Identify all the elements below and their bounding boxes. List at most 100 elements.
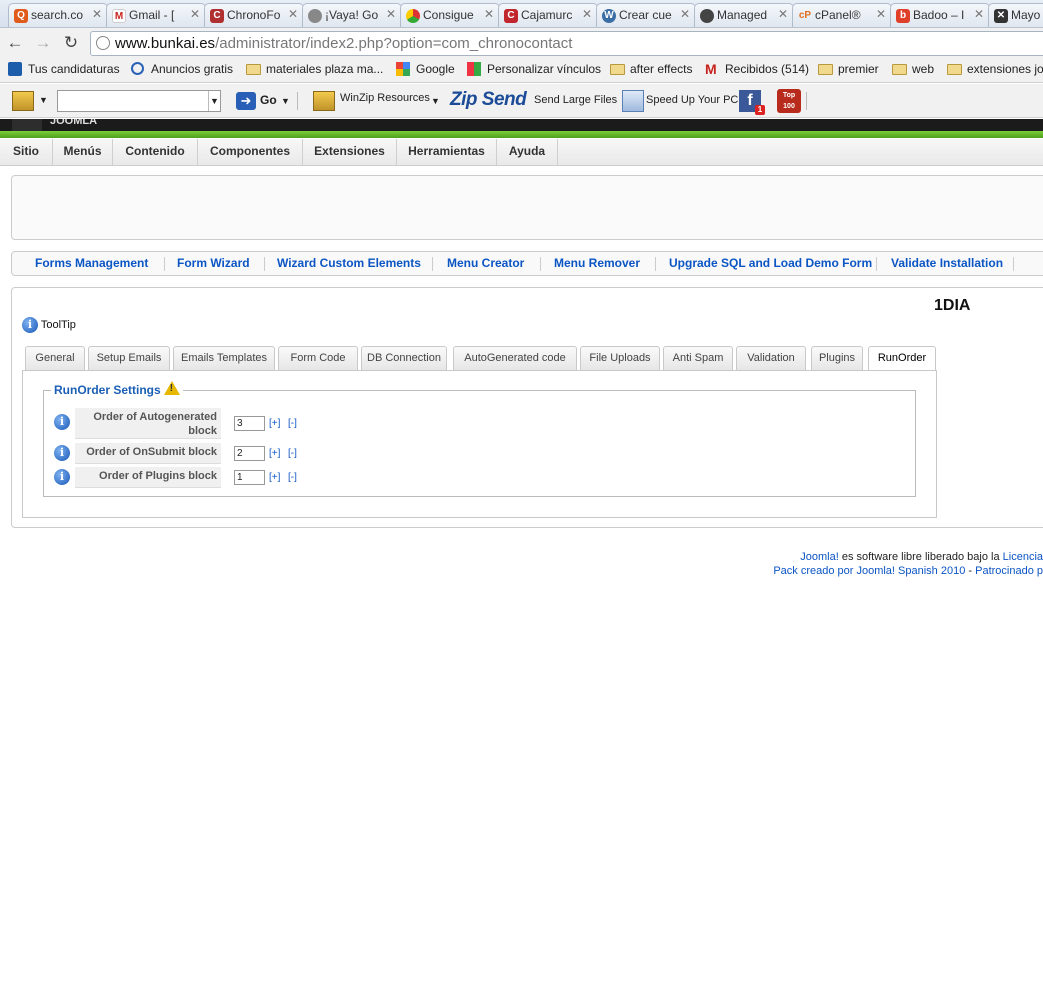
menu-menus[interactable]: Menús <box>53 139 113 165</box>
address-bar[interactable]: www.bunkai.es/administrator/index2.php?o… <box>90 31 1043 56</box>
chevron-down-icon[interactable]: ▼ <box>39 95 48 105</box>
browser-tab-managed[interactable]: Managed ✕ <box>694 3 794 27</box>
page-footer: Joomla! es software libre liberado bajo … <box>773 550 1043 578</box>
close-icon[interactable]: ✕ <box>582 7 592 21</box>
decrement-button[interactable]: [-] <box>288 472 297 483</box>
browser-tab-gmail[interactable]: M Gmail - [✕ <box>106 3 206 27</box>
tab-emails-templates[interactable]: Emails Templates <box>173 346 275 371</box>
tab-form-code[interactable]: Form Code <box>278 346 358 371</box>
browser-tab-cpanel[interactable]: cP cPanel® ✕ <box>792 3 892 27</box>
chevron-down-icon[interactable]: ▼ <box>431 96 440 106</box>
page-info-icon[interactable] <box>96 36 110 50</box>
tab-validation[interactable]: Validation <box>736 346 806 371</box>
info-icon[interactable]: i <box>54 414 70 430</box>
bookmark-recibidos[interactable]: M Recibidos (514) <box>705 62 809 76</box>
submenu-forms-management[interactable]: Forms Management <box>35 256 148 270</box>
menu-extensiones[interactable]: Extensiones <box>303 139 397 165</box>
facebook-icon[interactable]: f1 <box>739 90 765 115</box>
browser-tab-badoo[interactable]: b Badoo – I ✕ <box>890 3 990 27</box>
browser-tab-chronoforms[interactable]: C ChronoFo ✕ <box>204 3 304 27</box>
footer-line-credits: Pack creado por Joomla! Spanish 2010 - P… <box>773 565 1043 577</box>
tab-plugins[interactable]: Plugins <box>811 346 863 371</box>
back-arrow-icon[interactable]: ← <box>5 33 25 53</box>
bookmark-personalizar[interactable]: Personalizar vínculos <box>467 62 601 76</box>
tab-file-uploads[interactable]: File Uploads <box>580 346 660 371</box>
browser-tab-crear-cuenta[interactable]: W Crear cue ✕ <box>596 3 696 27</box>
increment-button[interactable]: [+] <box>269 418 280 429</box>
spanish-pack-link[interactable]: Pack creado por Joomla! Spanish 2010 <box>773 565 965 577</box>
info-icon[interactable]: i <box>22 317 38 333</box>
go-button[interactable]: Go <box>260 93 277 107</box>
bookmark-web[interactable]: web <box>892 62 934 76</box>
footer-line-license: Joomla! es software libre liberado bajo … <box>800 551 1043 563</box>
tab-anti-spam[interactable]: Anti Spam <box>663 346 733 371</box>
close-icon[interactable]: ✕ <box>386 7 396 21</box>
bookmark-premier[interactable]: premier <box>818 62 879 76</box>
menu-ayuda[interactable]: Ayuda <box>497 139 558 165</box>
menu-contenido[interactable]: Contenido <box>113 139 198 165</box>
joomla-link[interactable]: Joomla! <box>800 551 839 563</box>
close-icon[interactable]: ✕ <box>778 7 788 21</box>
decrement-button[interactable]: [-] <box>288 418 297 429</box>
send-large-files-button[interactable]: Send Large Files <box>534 94 617 106</box>
increment-button[interactable]: [+] <box>269 448 280 459</box>
onsubmit-order-input[interactable]: 2 <box>234 446 265 461</box>
menu-herramientas[interactable]: Herramientas <box>397 139 497 165</box>
bookmark-tus-candidaturas[interactable]: Tus candidaturas <box>8 62 120 76</box>
zipsend-logo[interactable]: Zip Send <box>450 89 527 111</box>
winzip-icon[interactable] <box>12 91 34 111</box>
bookmark-google[interactable]: Google <box>396 62 455 76</box>
bookmark-anuncios-gratis[interactable]: Anuncios gratis <box>131 62 233 76</box>
license-link[interactable]: Licencia <box>1003 551 1043 563</box>
submenu-validate-installation[interactable]: Validate Installation <box>891 256 1003 270</box>
close-icon[interactable]: ✕ <box>288 7 298 21</box>
bookmark-materiales[interactable]: materiales plaza ma... <box>246 62 383 76</box>
browser-tab-vaya[interactable]: ¡Vaya! Go ✕ <box>302 3 402 27</box>
reload-icon[interactable]: ↻ <box>61 33 81 53</box>
close-icon[interactable]: ✕ <box>190 7 200 21</box>
infojobs-icon <box>8 62 22 76</box>
browser-tab-consigue[interactable]: Consigue ✕ <box>400 3 500 27</box>
winzip-resources-button[interactable]: WinZip Resources <box>340 92 430 104</box>
submenu-menu-creator[interactable]: Menu Creator <box>447 256 524 270</box>
speed-up-pc-button[interactable]: Speed Up Your PC <box>646 94 738 106</box>
tooltip-toggle[interactable]: i ToolTip <box>22 317 76 333</box>
forward-arrow-icon[interactable]: → <box>33 33 53 53</box>
tab-db-connection[interactable]: DB Connection <box>361 346 447 371</box>
close-icon[interactable]: ✕ <box>680 7 690 21</box>
browser-tab-cajamurcia[interactable]: C Cajamurc ✕ <box>498 3 598 27</box>
chevron-down-icon[interactable]: ▼ <box>208 91 220 111</box>
winzip-resources-icon[interactable] <box>313 91 335 111</box>
submenu-upgrade-sql[interactable]: Upgrade SQL and Load Demo Form <box>669 256 872 270</box>
submenu-menu-remover[interactable]: Menu Remover <box>554 256 640 270</box>
go-arrow-icon[interactable]: ➜ <box>236 92 256 110</box>
toolbar-search-input[interactable]: ▼ <box>57 90 221 112</box>
info-icon[interactable]: i <box>54 469 70 485</box>
tab-setup-emails[interactable]: Setup Emails <box>88 346 170 371</box>
tab-runorder[interactable]: RunOrder <box>868 346 936 371</box>
tab-autogenerated-code[interactable]: AutoGenerated code <box>453 346 577 371</box>
info-icon[interactable]: i <box>54 445 70 461</box>
chevron-down-icon[interactable]: ▼ <box>281 96 290 106</box>
close-icon[interactable]: ✕ <box>974 7 984 21</box>
browser-tab-mayo[interactable]: ✕ Mayo <box>988 3 1043 27</box>
submenu-wizard-custom-elements[interactable]: Wizard Custom Elements <box>277 256 421 270</box>
bookmark-after-effects[interactable]: after effects <box>610 62 692 76</box>
decrement-button[interactable]: [-] <box>288 448 297 459</box>
close-icon[interactable]: ✕ <box>876 7 886 21</box>
submenu-form-wizard[interactable]: Form Wizard <box>177 256 250 270</box>
sponsor-link[interactable]: Patrocinado p <box>975 565 1043 577</box>
browser-tab-search[interactable]: Qsearch.co ✕ <box>8 3 108 27</box>
plugins-order-input[interactable]: 1 <box>234 470 265 485</box>
tab-general[interactable]: General <box>25 346 85 371</box>
section-title: RunOrder Settings <box>51 381 183 397</box>
top100-icon[interactable]: Top 100 <box>777 89 801 113</box>
speed-up-icon[interactable] <box>622 90 644 112</box>
close-icon[interactable]: ✕ <box>92 7 102 21</box>
close-icon[interactable]: ✕ <box>484 7 494 21</box>
bookmark-extensiones[interactable]: extensiones joo <box>947 62 1043 76</box>
autogenerated-order-input[interactable]: 3 <box>234 416 265 431</box>
menu-sitio[interactable]: Sitio <box>0 139 53 165</box>
increment-button[interactable]: [+] <box>269 472 280 483</box>
menu-componentes[interactable]: Componentes <box>198 139 303 165</box>
